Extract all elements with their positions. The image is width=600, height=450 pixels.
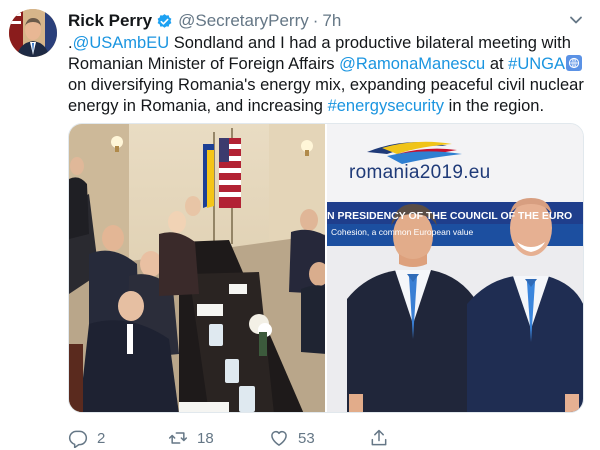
reply-icon [68, 428, 88, 448]
mention-ramonamanescu[interactable]: @RamonaManescu [339, 55, 485, 73]
verified-badge-icon [156, 13, 173, 30]
tweet-text: .@USAmbEU Sondland and I had a productiv… [68, 33, 588, 117]
chevron-down-icon[interactable] [568, 12, 584, 28]
retweet-count: 18 [197, 429, 214, 447]
text-part: at [485, 55, 509, 73]
tweet: Rick Perry @SecretaryPerry · 7h .@USAmbE… [0, 0, 600, 450]
banner-presidency-text: N PRESIDENCY OF THE COUNCIL OF THE EURO [327, 210, 573, 222]
banner-overlay: romania2019.eu N PRESIDENCY OF THE COUNC… [327, 124, 583, 412]
separator-dot: · [312, 11, 319, 30]
reply-count: 2 [97, 429, 106, 447]
banner-cohesion-text: Cohesion, a common European value [331, 227, 474, 237]
meeting-photo[interactable] [69, 124, 325, 412]
mention-usambeu[interactable]: @USAmbEU [73, 34, 170, 52]
like-count: 53 [298, 429, 315, 447]
text-part: in the region. [444, 97, 545, 115]
hashtag-energysecurity[interactable]: #energysecurity [328, 97, 444, 115]
reply-button[interactable]: 2 [68, 428, 105, 448]
banner-logo-text: romania2019.eu [349, 162, 491, 183]
share-icon [369, 428, 389, 448]
heart-icon [269, 428, 289, 448]
author-handle[interactable]: @SecretaryPerry [178, 11, 309, 31]
like-button[interactable]: 53 [269, 428, 315, 448]
hashtag-unga[interactable]: #UNGA [508, 55, 565, 73]
share-button[interactable] [369, 428, 389, 448]
author-avatar[interactable] [9, 9, 57, 57]
author-name[interactable]: Rick Perry [68, 11, 152, 31]
retweet-button[interactable]: 18 [168, 428, 214, 448]
retweet-icon [168, 428, 188, 448]
tweet-header: Rick Perry @SecretaryPerry · 7h [68, 9, 341, 33]
un-globe-icon [566, 55, 583, 71]
portrait-photo[interactable]: romania2019.eu N PRESIDENCY OF THE COUNC… [327, 124, 583, 412]
tweet-timestamp[interactable]: 7h [322, 11, 341, 31]
tweet-media: romania2019.eu N PRESIDENCY OF THE COUNC… [68, 123, 584, 413]
